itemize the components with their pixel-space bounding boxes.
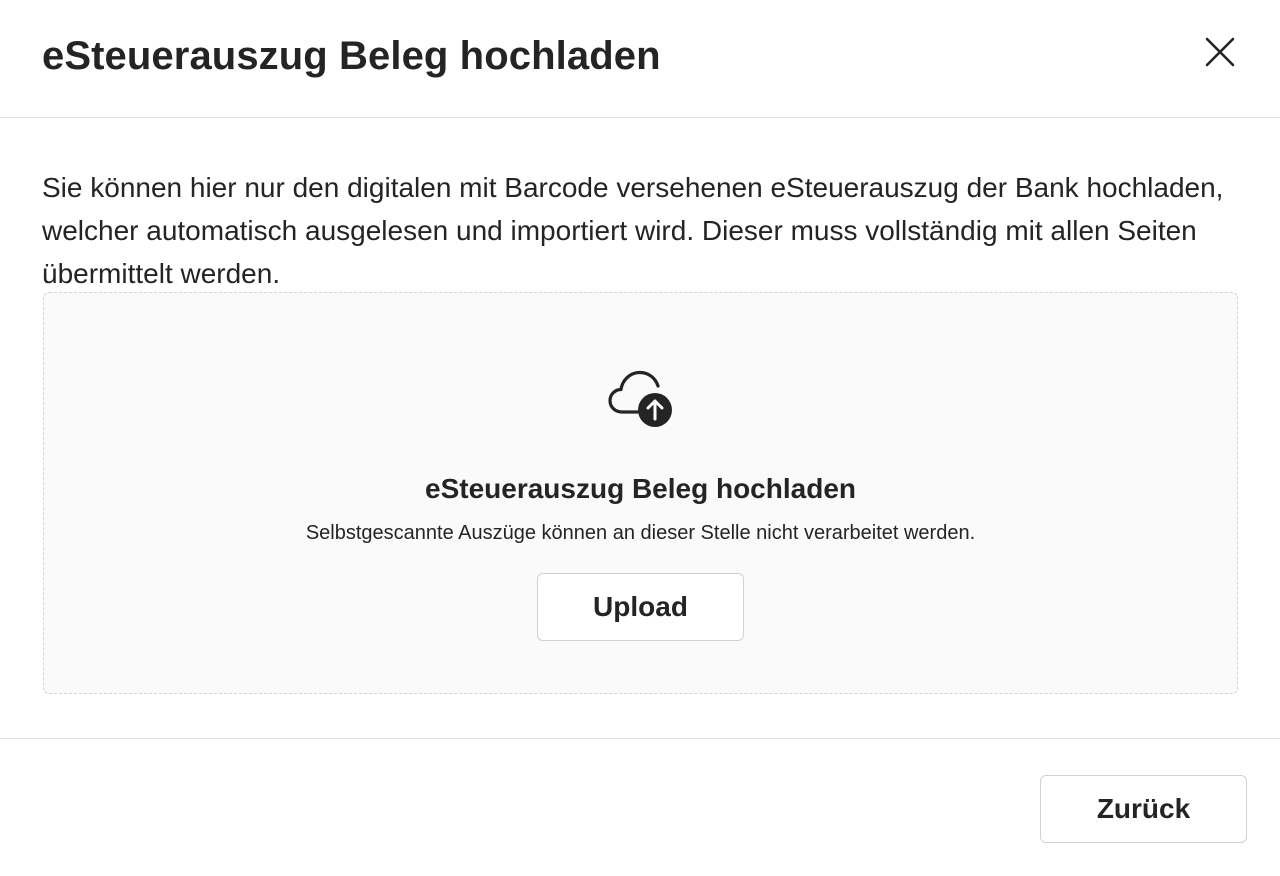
close-button[interactable] xyxy=(1196,28,1244,76)
file-dropzone[interactable]: eSteuerauszug Beleg hochladen Selbstgesc… xyxy=(43,292,1238,694)
dropzone-subtitle: Selbstgescannte Auszüge können an dieser… xyxy=(305,522,976,544)
dropzone-title: eSteuerauszug Beleg hochladen xyxy=(425,473,856,504)
upload-button[interactable]: Upload xyxy=(537,573,744,641)
dialog-description: Sie können hier nur den digitalen mit Ba… xyxy=(42,172,1224,289)
back-button[interactable]: Zurück xyxy=(1040,775,1247,843)
upload-dialog: eSteuerauszug Beleg hochladen Sie können… xyxy=(0,0,1280,876)
dialog-footer: Zurück xyxy=(0,738,1280,876)
dialog-header: eSteuerauszug Beleg hochladen xyxy=(0,0,1280,118)
close-icon xyxy=(1205,37,1235,67)
cloud-upload-icon xyxy=(608,370,672,427)
dialog-title: eSteuerauszug Beleg hochladen xyxy=(42,34,661,78)
